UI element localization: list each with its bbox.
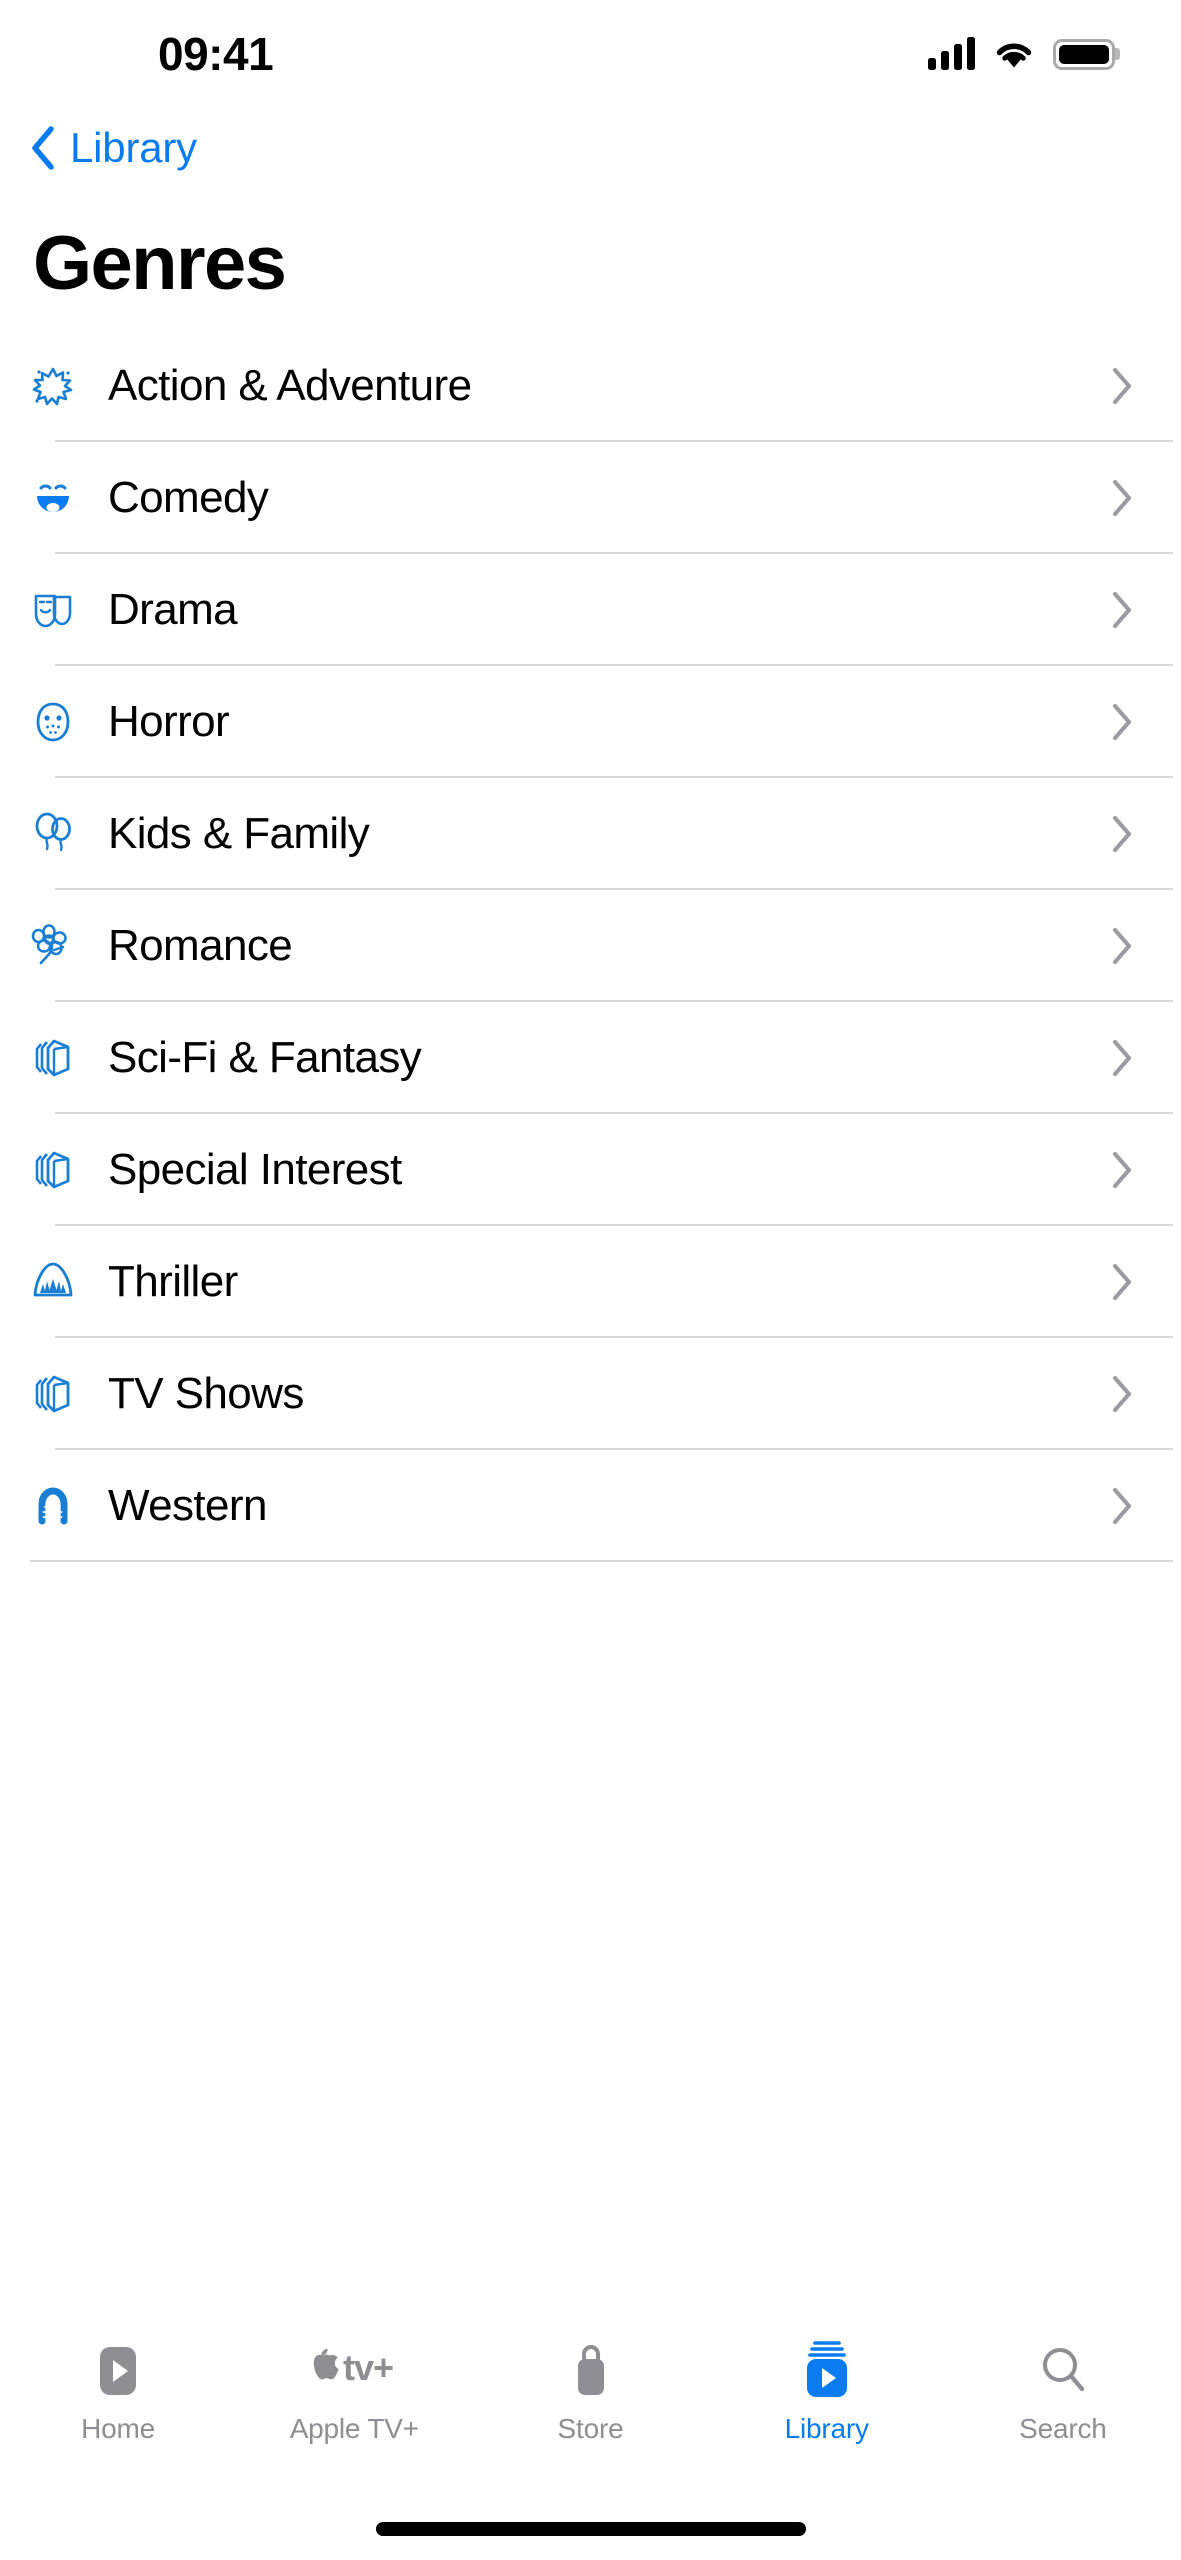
theater-masks-icon	[30, 587, 76, 633]
hockey-mask-icon	[30, 699, 76, 745]
chevron-right-icon	[1113, 1152, 1131, 1188]
list-item-label: Action & Adventure	[108, 361, 472, 410]
list-item-label: Western	[108, 1481, 267, 1530]
status-bar-indicators	[928, 37, 1115, 70]
wifi-icon	[996, 43, 1032, 68]
home-indicator[interactable]	[375, 2522, 806, 2536]
film-stack-icon	[30, 1147, 76, 1193]
home-indicator-area	[0, 2498, 1181, 2560]
library-stack-icon	[799, 2341, 855, 2403]
list-item[interactable]: Special Interest	[0, 1114, 1181, 1226]
tab-search-label: Search	[1019, 2413, 1107, 2444]
list-item[interactable]: Western	[0, 1450, 1181, 1562]
status-bar: 09:41	[0, 0, 1181, 108]
battery-full-icon	[1053, 38, 1115, 70]
play-box-icon	[90, 2341, 146, 2403]
chevron-right-icon	[1113, 1264, 1131, 1300]
chevron-left-icon	[32, 126, 54, 170]
tab-library[interactable]: Library	[709, 2341, 945, 2445]
horseshoe-icon	[30, 1483, 76, 1529]
list-item-label: Drama	[108, 585, 238, 634]
shark-icon	[30, 1259, 76, 1305]
list-item[interactable]: Romance	[0, 890, 1181, 1002]
tab-store-label: Store	[557, 2413, 624, 2444]
chevron-right-icon	[1113, 816, 1131, 852]
chevron-right-icon	[1113, 368, 1131, 404]
tab-store[interactable]: Store	[472, 2341, 708, 2445]
chevron-right-icon	[1113, 704, 1131, 740]
genre-list: Action & Adventure Comedy Drama Horror K…	[0, 330, 1181, 1562]
chevron-right-icon	[1113, 480, 1131, 516]
tab-search[interactable]: Search	[945, 2341, 1181, 2445]
list-item-label: TV Shows	[108, 1369, 304, 1418]
apple-tv-plus-icon: tv+	[299, 2341, 409, 2403]
chevron-right-icon	[1113, 1488, 1131, 1524]
app-screen: 09:41 Library Genres Action & Adventure …	[0, 0, 1181, 2560]
smiley-face-icon	[30, 475, 76, 521]
tab-apple-tv-plus[interactable]: tv+ Apple TV+	[236, 2341, 472, 2445]
film-stack-icon	[30, 1371, 76, 1417]
tab-home[interactable]: Home	[0, 2341, 236, 2445]
chevron-right-icon	[1113, 928, 1131, 964]
tab-bar: Home tv+ Apple TV+ Store Library Search	[0, 2323, 1181, 2498]
list-item-label: Kids & Family	[108, 809, 370, 858]
list-item[interactable]: Sci-Fi & Fantasy	[0, 1002, 1181, 1114]
magnifier-icon	[1035, 2341, 1091, 2403]
chevron-right-icon	[1113, 592, 1131, 628]
cellular-bars-icon	[928, 37, 975, 70]
svg-text:tv+: tv+	[343, 2347, 393, 2388]
list-item[interactable]: Action & Adventure	[0, 330, 1181, 442]
list-item[interactable]: Horror	[0, 666, 1181, 778]
chevron-right-icon	[1113, 1040, 1131, 1076]
film-stack-icon	[30, 1035, 76, 1081]
list-item[interactable]: Drama	[0, 554, 1181, 666]
list-item[interactable]: TV Shows	[0, 1338, 1181, 1450]
list-item-label: Thriller	[108, 1257, 238, 1306]
balloons-icon	[30, 811, 76, 857]
shopping-bag-icon	[563, 2341, 619, 2403]
status-bar-time: 09:41	[158, 28, 274, 80]
list-item-label: Romance	[108, 921, 293, 970]
list-item[interactable]: Comedy	[0, 442, 1181, 554]
separator	[30, 1560, 1173, 1562]
list-item-label: Special Interest	[108, 1145, 402, 1194]
tab-apple-tv-plus-label: Apple TV+	[289, 2413, 419, 2444]
list-item[interactable]: Thriller	[0, 1226, 1181, 1338]
back-button-label: Library	[70, 124, 197, 171]
list-item-label: Horror	[108, 697, 230, 746]
tab-home-label: Home	[81, 2413, 156, 2444]
back-button[interactable]: Library	[0, 108, 1181, 188]
list-item-label: Comedy	[108, 473, 269, 522]
starburst-icon	[30, 363, 76, 409]
tab-library-label: Library	[784, 2413, 869, 2444]
flower-icon	[30, 923, 76, 969]
page-title: Genres	[33, 221, 287, 306]
chevron-right-icon	[1113, 1376, 1131, 1412]
list-item[interactable]: Kids & Family	[0, 778, 1181, 890]
list-item-label: Sci-Fi & Fantasy	[108, 1033, 422, 1082]
